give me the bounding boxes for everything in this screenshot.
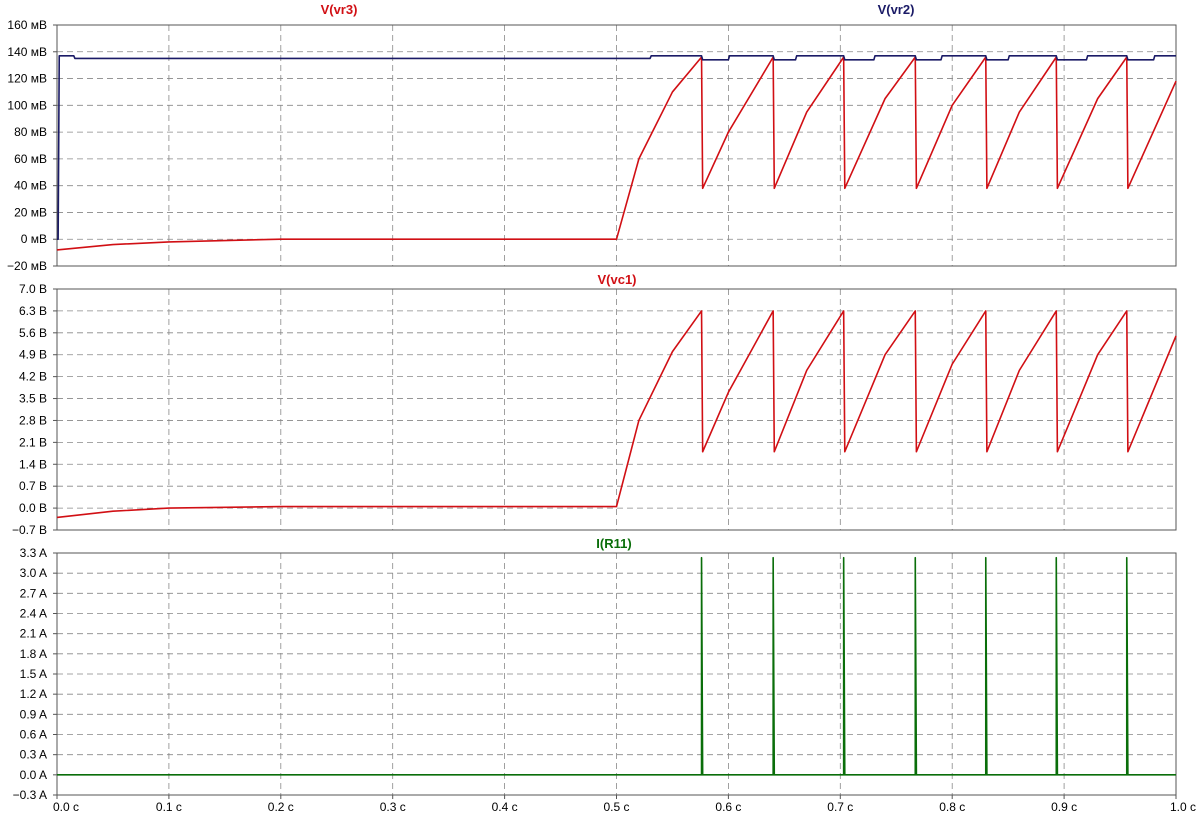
- y-tick-label: 6.3 В: [19, 304, 47, 318]
- y-tick-label: 0.3 A: [20, 748, 47, 762]
- y-tick-label: 0 мВ: [21, 232, 47, 246]
- y-tick-label: 4.9 В: [19, 348, 47, 362]
- y-tick-label: 5.6 В: [19, 326, 47, 340]
- series-label: V(vc1): [597, 272, 636, 287]
- y-tick-label: 0.0 В: [19, 501, 47, 515]
- panel-voltage-vc1: −0.7 В 0.0 В 0.7 В 1.4 В 2.1 В 2.8 В 3.5 В 4.2 …: [12, 272, 1177, 537]
- y-tick-label: 4.2 В: [19, 370, 47, 384]
- y-tick-label: 2.1 В: [19, 435, 47, 449]
- y-tick-label: −20 мВ: [7, 259, 47, 273]
- y-tick-label: 3.5 В: [19, 392, 47, 406]
- y-tick-label: 20 мВ: [14, 205, 47, 219]
- panel-current-r11: −0.3 A 0.0 A 0.3 A 0.6 A 0.9 A 1.2 A 1.5 A 1.8 …: [13, 536, 1177, 802]
- y-tick-label: 80 мВ: [14, 125, 47, 139]
- y-tick-label: 2.7 A: [20, 586, 47, 600]
- x-tick-label: 0.5 с: [603, 800, 629, 814]
- y-tick-label: 60 мВ: [14, 152, 47, 166]
- x-tick-label: 1.0 с: [1170, 800, 1196, 814]
- x-tick-label: 0.6 с: [715, 800, 741, 814]
- y-tick-label: 2.1 A: [20, 627, 47, 641]
- series-label: V(vr2): [878, 2, 915, 17]
- y-tick-label: 0.7 В: [19, 479, 47, 493]
- x-tick-label: 0.4 с: [492, 800, 518, 814]
- series-label: V(vr3): [321, 2, 358, 17]
- y-tick-label: −0.3 A: [13, 788, 47, 802]
- y-tick-label: 3.0 A: [20, 566, 47, 580]
- x-tick-label: 0.3 с: [380, 800, 406, 814]
- waveform-chart: −20 мВ 0 мВ 20 мВ 40 мВ 60 мВ 80 мВ 100 мВ 120 …: [7, 2, 1196, 814]
- y-tick-label: 0.0 A: [20, 768, 47, 782]
- shared-x-axis: 0.0 с 0.1 с 0.2 с 0.3 с 0.4 с 0.5 с 0.6 с 0.7 с…: [53, 795, 1196, 814]
- x-tick-label: 0.8 с: [939, 800, 965, 814]
- y-tick-label: 140 мВ: [7, 45, 47, 59]
- y-tick-label: 7.0 В: [19, 282, 47, 296]
- y-tick-label: 1.8 A: [20, 647, 47, 661]
- x-tick-label: 0.1 с: [156, 800, 182, 814]
- x-tick-label: 0.7 с: [827, 800, 853, 814]
- x-tick-label: 0.0 с: [53, 800, 79, 814]
- x-tick-label: 0.9 с: [1051, 800, 1077, 814]
- y-tick-label: 1.5 A: [20, 667, 47, 681]
- y-tick-label: 1.4 В: [19, 457, 47, 471]
- y-tick-label: 2.4 A: [20, 607, 47, 621]
- y-tick-label: 0.9 A: [20, 707, 47, 721]
- y-tick-label: 120 мВ: [7, 72, 47, 86]
- y-tick-label: 0.6 A: [20, 728, 47, 742]
- y-tick-label: 40 мВ: [14, 179, 47, 193]
- y-tick-label: 1.2 A: [20, 687, 47, 701]
- y-tick-label: −0.7 В: [12, 523, 47, 537]
- panel-voltage-mv: −20 мВ 0 мВ 20 мВ 40 мВ 60 мВ 80 мВ 100 мВ 120 …: [7, 2, 1177, 273]
- y-tick-label: 100 мВ: [7, 98, 47, 112]
- y-tick-label: 160 мВ: [7, 18, 47, 32]
- x-tick-label: 0.2 с: [268, 800, 294, 814]
- y-tick-label: 3.3 A: [20, 546, 47, 560]
- y-tick-label: 2.8 В: [19, 413, 47, 427]
- series-label: I(R11): [596, 536, 631, 551]
